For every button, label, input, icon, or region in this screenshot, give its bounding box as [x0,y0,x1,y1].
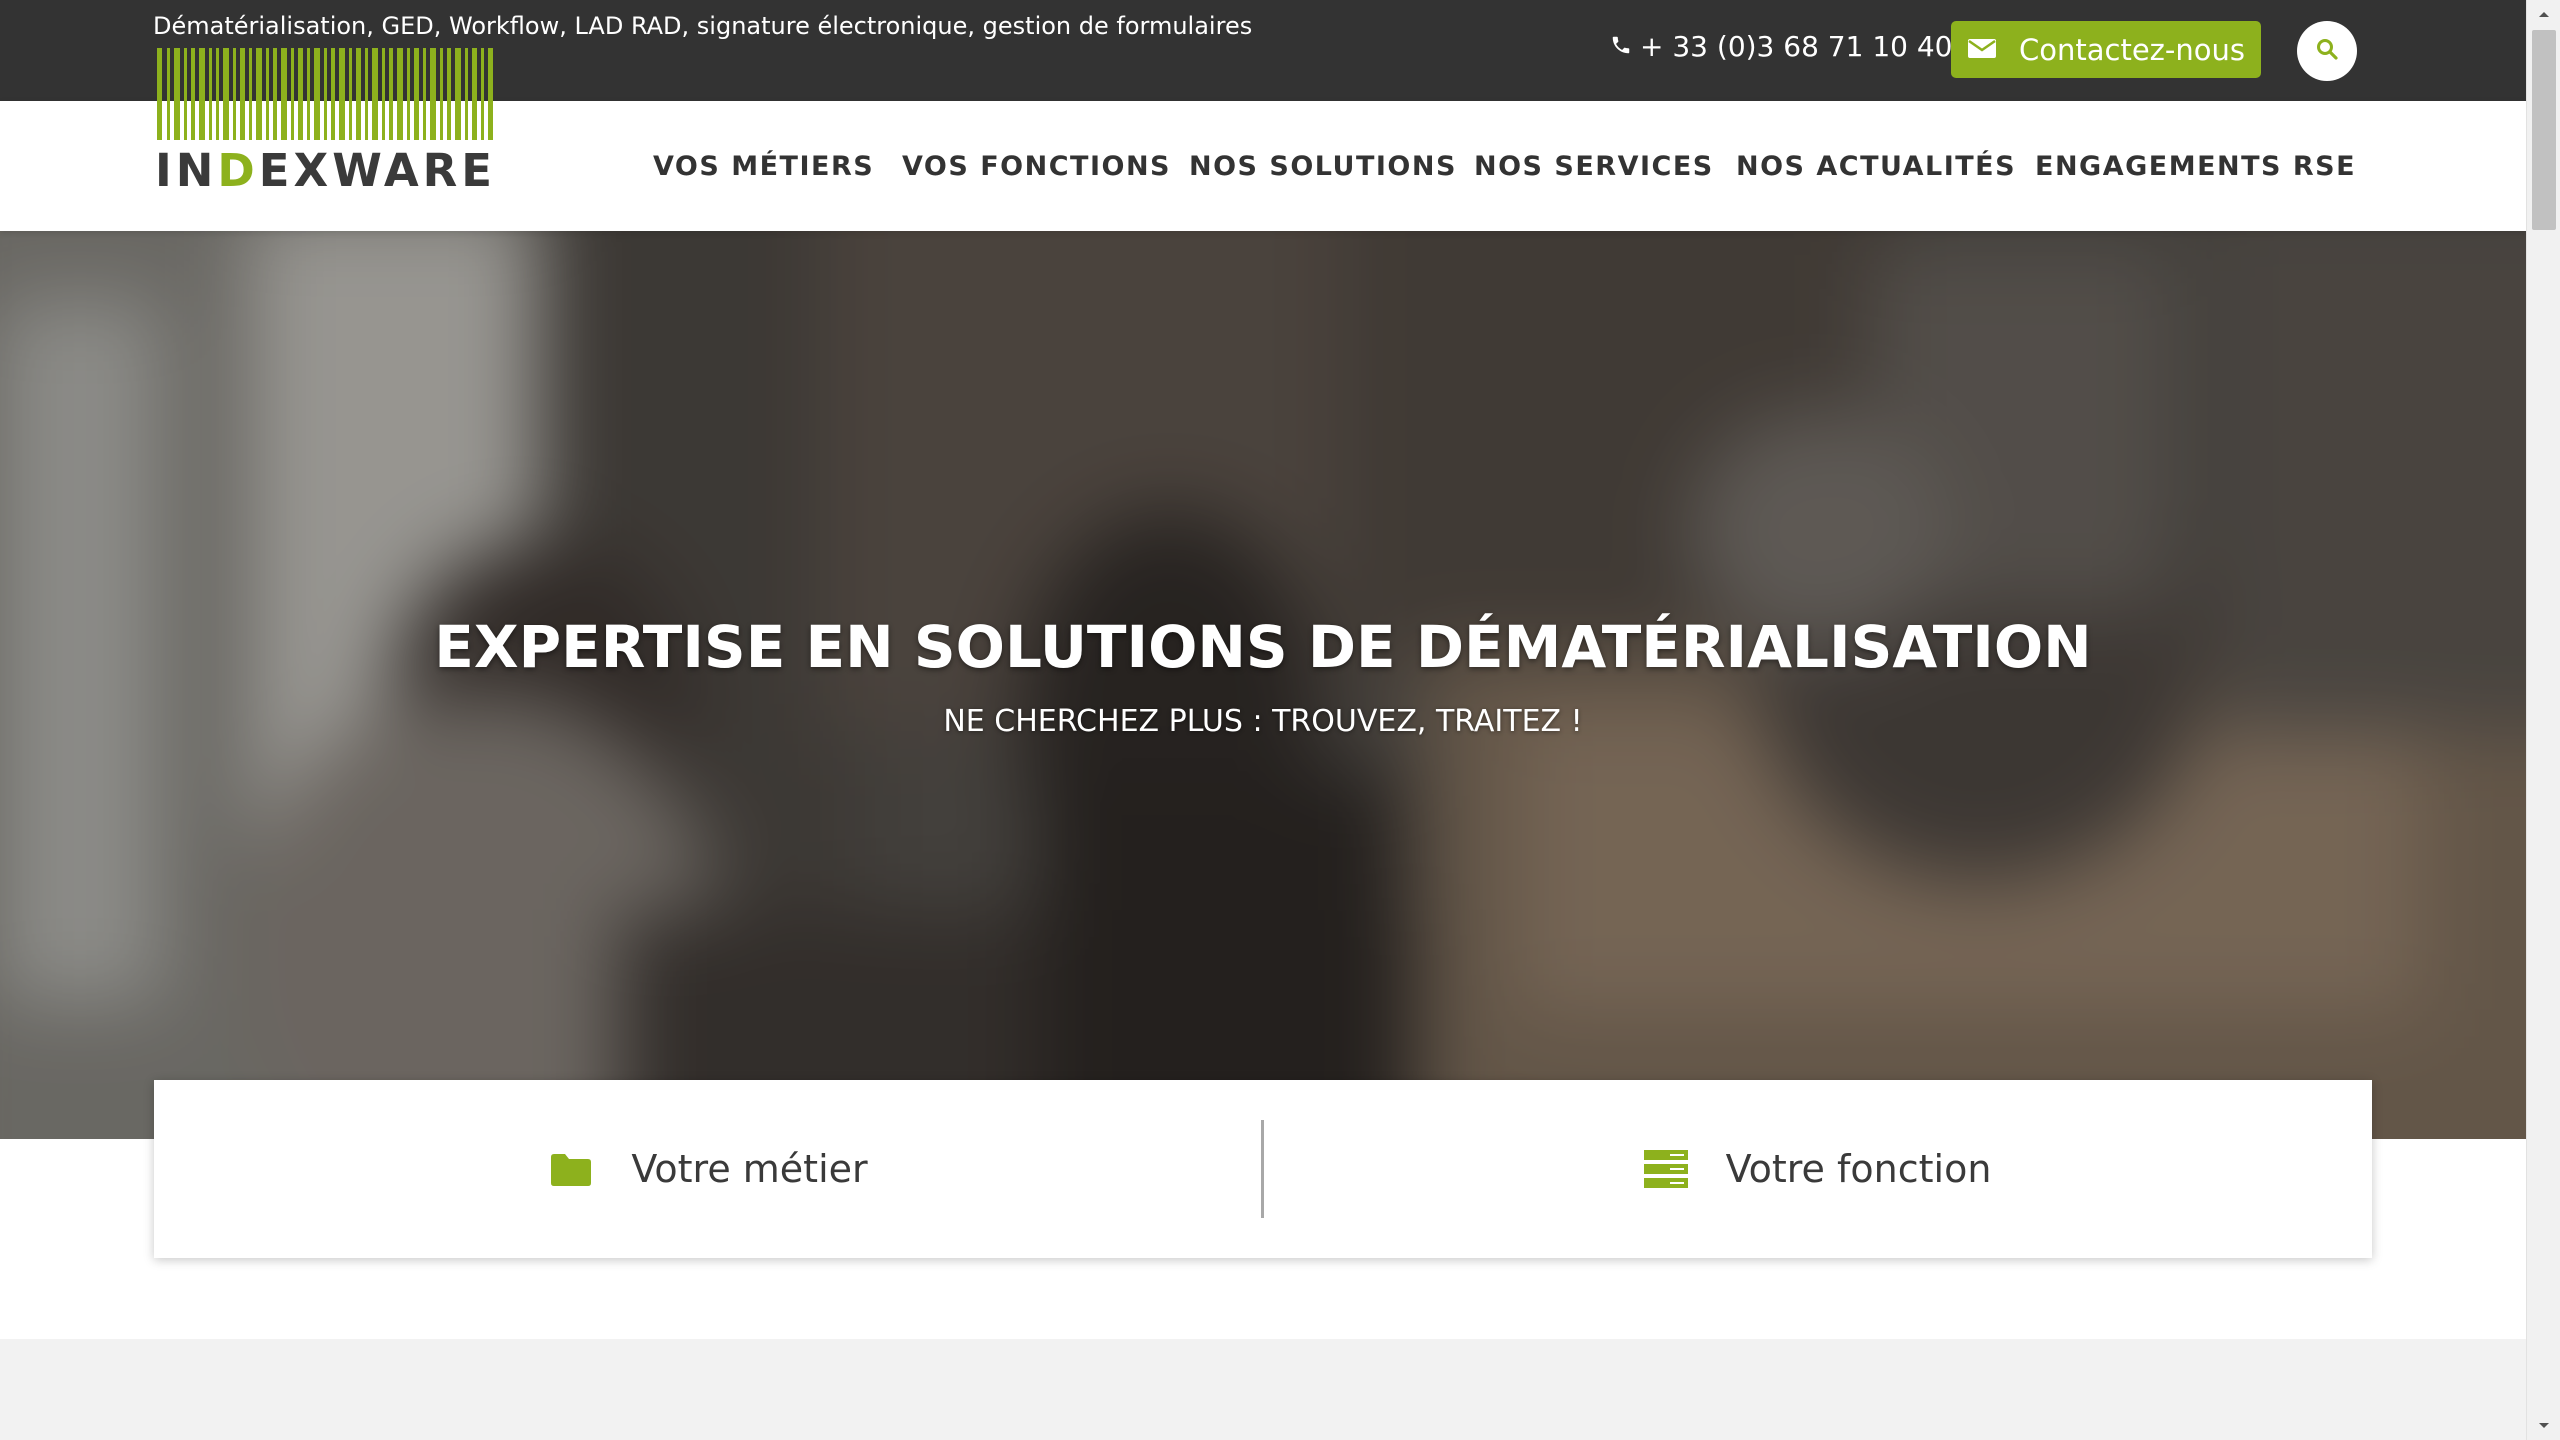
logo-wordmark-suffix: EXWARE [258,144,497,197]
nav-item-nos-solutions[interactable]: NOS SOLUTIONS [1189,151,1457,182]
nav-item-engagements-rse[interactable]: ENGAGEMENTS RSE [2035,151,2356,182]
phone-icon [1610,30,1632,63]
contact-button[interactable]: Contactez-nous [1951,21,2261,78]
logo-wordmark-prefix: IN [155,144,218,197]
logo-wordmark: INDEXWARE [155,144,496,197]
nav-item-nos-actualites[interactable]: NOS ACTUALITÉS [1736,151,2016,182]
logo-wordmark-accent: D [217,144,259,197]
page-scrollbar[interactable] [2526,0,2560,1440]
site-tagline: Dématérialisation, GED, Workflow, LAD RA… [153,12,1253,40]
nav-item-vos-fonctions[interactable]: VOS FONCTIONS [902,151,1171,182]
contact-button-label: Contactez-nous [2019,32,2245,67]
scroll-thumb[interactable] [2532,30,2556,230]
choice-card: Votre métier Votre fonction [154,1080,2372,1258]
hero-banner: EXPERTISE EN SOLUTIONS DE DÉMATÉRIALISAT… [0,231,2526,1139]
phone-link[interactable]: + 33 (0)3 68 71 10 40 [1610,30,1952,63]
hero-title: EXPERTISE EN SOLUTIONS DE DÉMATÉRIALISAT… [434,613,2092,681]
votre-fonction-label: Votre fonction [1725,1147,1992,1191]
hero-overlay [0,231,2526,1139]
indexware-logo[interactable]: INDEXWARE [155,48,495,198]
barcode-logo-icon [157,48,493,140]
votre-metier-label: Votre métier [631,1147,868,1191]
scroll-up-arrow-icon[interactable] [2527,0,2560,28]
scroll-down-arrow-icon[interactable] [2527,1412,2560,1440]
next-section-background [0,1339,2526,1440]
votre-metier-link[interactable]: Votre métier [154,1080,1263,1258]
search-icon [2315,37,2339,65]
phone-number: + 33 (0)3 68 71 10 40 [1640,30,1953,63]
envelope-icon [1967,33,1997,67]
hero-subtitle: NE CHERCHEZ PLUS : TROUVEZ, TRAITEZ ! [943,704,1583,739]
page-viewport: Dématérialisation, GED, Workflow, LAD RA… [0,0,2526,1440]
search-button[interactable] [2297,21,2357,81]
votre-fonction-link[interactable]: Votre fonction [1263,1080,2372,1258]
nav-item-vos-metiers[interactable]: VOS MÉTIERS [653,151,874,182]
nav-item-nos-services[interactable]: NOS SERVICES [1474,151,1714,182]
server-icon [1643,1149,1688,1189]
folder-icon [549,1151,593,1187]
